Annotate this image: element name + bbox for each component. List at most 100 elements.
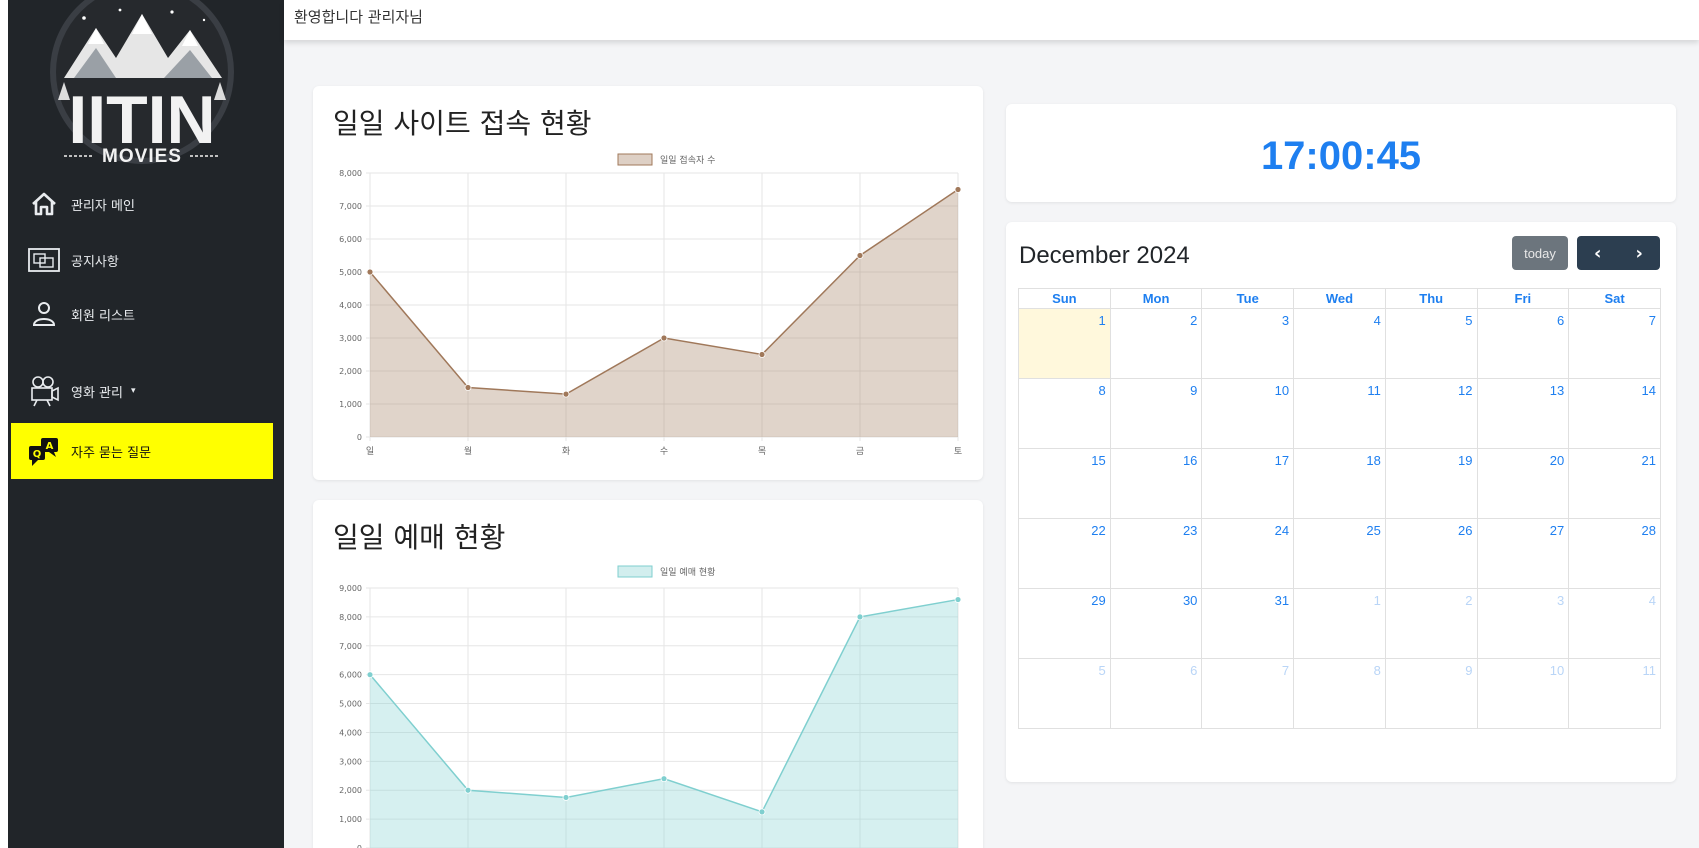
sidebar-item-label: 회원 리스트 [71,308,135,324]
calendar-day-other-month[interactable]: 10 [1476,658,1570,729]
weekday-header: Fri [1476,288,1570,309]
faq-chat-icon: AQ [23,433,65,469]
calendar-day[interactable]: 3 [1201,308,1295,379]
calendar-day[interactable]: 23 [1109,518,1203,589]
calendar-day-other-month[interactable]: 11 [1568,658,1661,729]
calendar-day-other-month[interactable]: 3 [1476,588,1570,659]
y-tick-label: 2,000 [339,786,362,795]
y-tick-label: 7,000 [339,202,362,211]
sidebar-item-notice[interactable]: 공지사항 [11,232,273,288]
legend-swatch [617,153,653,166]
y-tick-label: 8,000 [339,613,362,622]
daily-booking-card: 일일 예매 현황 일일 예매 현황 0 1,000 2,000 3,000 4,000 5,… [313,500,983,848]
y-tick-label: 4,000 [339,728,362,737]
next-month-button[interactable]: › [1619,236,1661,270]
calendar-day[interactable]: 4 [1293,308,1386,379]
x-tick-label: 목 [758,446,766,457]
sidebar-left-edge [0,0,8,848]
calendar-day-other-month[interactable]: 4 [1568,588,1661,659]
data-point [464,786,472,794]
calendar-day-other-month[interactable]: 6 [1109,658,1203,729]
movie-camera-icon [23,373,65,409]
calendar-day[interactable]: 30 [1109,588,1203,659]
calendar-week-row: 29 30 31 1 2 3 4 [1018,588,1661,659]
sidebar: IITIN MOVIES 관리자 메인 공지사항 회원 리스트 영화 관리 ▾ … [0,0,284,848]
sidebar-item-label: 공지사항 [71,254,119,270]
calendar-grid: Sun Mon Tue Wed Thu Fri Sat 1 2 3 4 5 6 … [1018,288,1661,729]
data-point [758,808,766,816]
weekday-header: Mon [1109,288,1203,309]
calendar-day[interactable]: 5 [1384,308,1478,379]
y-tick-label: 8,000 [339,169,362,178]
calendar-day[interactable]: 26 [1384,518,1478,589]
calendar-day[interactable]: 24 [1201,518,1295,589]
calendar-day[interactable]: 9 [1109,378,1203,449]
data-point [660,334,668,342]
home-icon [23,186,65,222]
x-tick-label: 수 [660,446,668,457]
calendar-day-other-month[interactable]: 1 [1293,588,1386,659]
daily-booking-chart: 일일 예매 현황 0 1,000 2,000 3,000 4,000 5,000 6,000 7… [339,565,962,848]
calendar-day[interactable]: 29 [1018,588,1111,659]
weekday-header: Tue [1201,288,1295,309]
calendar-day[interactable]: 20 [1476,448,1570,519]
sidebar-item-admin-main[interactable]: 관리자 메인 [11,176,273,232]
calendar-day[interactable]: 18 [1293,448,1386,519]
calendar-day[interactable]: 13 [1476,378,1570,449]
calendar-day[interactable]: 15 [1018,448,1111,519]
calendar-day-other-month[interactable]: 8 [1293,658,1386,729]
calendar-card: December 2024 today ‹ › Sun Mon Tue Wed … [1006,222,1676,782]
calendar-day[interactable]: 6 [1476,308,1570,379]
svg-text:A: A [46,441,54,452]
calendar-week-row: 1 2 3 4 5 6 7 [1018,308,1661,379]
calendar-day[interactable]: 22 [1018,518,1111,589]
legend-swatch [617,565,653,578]
calendar-day[interactable]: 2 [1109,308,1203,379]
calendar-day-other-month[interactable]: 9 [1384,658,1478,729]
data-point [464,384,472,391]
welcome-message: 환영합니다 관리자님 [294,8,423,26]
x-tick-label: 토 [954,447,962,457]
calendar-title: December 2024 [1019,242,1190,269]
sidebar-item-members[interactable]: 회원 리스트 [11,286,273,342]
sidebar-item-faq[interactable]: AQ 자주 묻는 질문 [11,423,273,479]
calendar-day[interactable]: 21 [1568,448,1661,519]
brand-logo[interactable]: IITIN MOVIES [44,0,240,166]
calendar-day[interactable]: 7 [1568,308,1661,379]
y-tick-label: 6,000 [339,235,362,244]
y-tick-label: 3,000 [339,757,362,766]
data-point [562,794,570,801]
data-point [366,268,374,276]
notice-board-icon [23,242,65,278]
sidebar-item-movie-management[interactable]: 영화 관리 ▾ [11,363,273,419]
calendar-day[interactable]: 8 [1018,378,1111,449]
prev-month-button[interactable]: ‹ [1577,236,1619,270]
calendar-day[interactable]: 19 [1384,448,1478,519]
calendar-day-other-month[interactable]: 7 [1201,658,1295,729]
data-point [856,252,864,259]
calendar-day[interactable]: 12 [1384,378,1478,449]
data-point [954,186,962,193]
today-button[interactable]: today [1512,236,1568,270]
calendar-day[interactable]: 14 [1568,378,1661,449]
calendar-day-other-month[interactable]: 5 [1018,658,1111,729]
data-point [366,671,374,679]
calendar-day[interactable]: 10 [1201,378,1295,449]
calendar-day-today[interactable]: 1 [1018,308,1111,379]
calendar-week-row: 5 6 7 8 9 10 11 [1018,658,1661,729]
x-tick-label: 화 [562,446,570,457]
top-header: 환영합니다 관리자님 [284,0,1699,40]
sidebar-item-label: 영화 관리 [71,385,123,401]
calendar-day[interactable]: 28 [1568,518,1661,589]
sidebar-item-label: 관리자 메인 [71,198,135,214]
clock-time: 17:00:45 [1260,134,1422,178]
calendar-day[interactable]: 27 [1476,518,1570,589]
calendar-day[interactable]: 16 [1109,448,1203,519]
calendar-nav-group: ‹ › [1577,236,1660,270]
calendar-day[interactable]: 31 [1201,588,1295,659]
calendar-day[interactable]: 17 [1201,448,1295,519]
calendar-day[interactable]: 11 [1293,378,1386,449]
calendar-day-other-month[interactable]: 2 [1384,588,1478,659]
calendar-day[interactable]: 25 [1293,518,1386,589]
calendar-week-row: 8 9 10 11 12 13 14 [1018,378,1661,449]
